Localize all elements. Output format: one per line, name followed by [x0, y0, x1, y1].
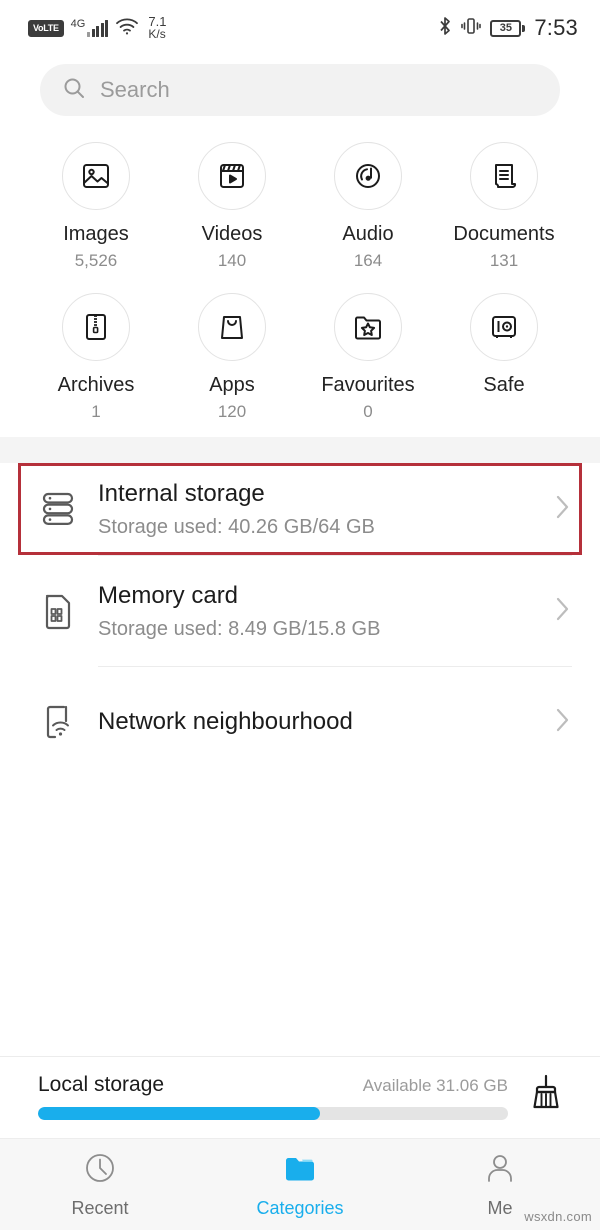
tab-categories[interactable]: Categories — [200, 1139, 400, 1230]
category-label: Apps — [209, 373, 255, 396]
local-storage-available: Available 31.06 GB — [362, 1076, 508, 1095]
status-bar-left: VoLTE 4G 7.1 K/s — [28, 15, 166, 41]
storage-item-subtitle: Storage used: 8.49 GB/15.8 GB — [98, 618, 381, 641]
status-bar: VoLTE 4G 7.1 K/s 35 7:53 — [0, 0, 600, 56]
category-label: Images — [63, 223, 129, 245]
app-bag-icon — [198, 292, 266, 361]
chevron-right-icon — [554, 492, 572, 527]
storage-item-title: Internal storage — [98, 480, 265, 508]
network-speed: 7.1 K/s — [148, 15, 166, 41]
storage-item-subtitle: Storage used: 40.26 GB/64 GB — [98, 516, 375, 539]
local-storage-labels: Local storage Available 31.06 GB — [38, 1073, 508, 1097]
audio-disc-icon — [334, 142, 402, 210]
tab-label: Me — [487, 1197, 513, 1218]
server-stack-icon — [30, 489, 86, 529]
search-icon — [62, 76, 86, 105]
safe-vault-icon — [470, 292, 538, 361]
file-manager-screen: VoLTE 4G 7.1 K/s 35 7:53 Search Images 5… — [0, 0, 600, 1230]
image-icon — [62, 142, 130, 210]
battery-level-label: 35 — [490, 19, 522, 37]
volte-icon: VoLTE — [28, 19, 64, 37]
category-label: Documents — [453, 223, 555, 245]
cellular-signal-icon: 4G — [71, 19, 109, 37]
wifi-icon — [115, 17, 139, 40]
storage-item-network-neighbourhood[interactable]: Network neighbourhood — [0, 667, 600, 777]
category-item-safe[interactable]: Safe — [436, 292, 572, 422]
category-item-archives[interactable]: Archives 1 — [28, 292, 164, 422]
favourite-folder-icon — [334, 292, 402, 361]
category-item-videos[interactable]: Videos 140 — [164, 142, 300, 271]
storage-item-text: Memory card Storage used: 8.49 GB/15.8 G… — [86, 581, 554, 641]
document-icon — [470, 142, 538, 210]
tab-label: Recent — [71, 1197, 129, 1218]
signal-bars — [87, 20, 109, 37]
person-icon — [483, 1151, 517, 1190]
category-label: Archives — [57, 373, 135, 396]
storage-item-memory-card[interactable]: Memory card Storage used: 8.49 GB/15.8 G… — [0, 556, 600, 666]
local-storage-meter: Local storage Available 31.06 GB — [38, 1073, 508, 1120]
category-item-documents[interactable]: Documents 131 — [436, 142, 572, 271]
chevron-right-icon — [554, 705, 572, 740]
video-icon — [198, 142, 266, 210]
storage-list: Internal storage Storage used: 40.26 GB/… — [0, 463, 600, 1056]
memory-card-icon — [30, 590, 86, 632]
category-count: 164 — [353, 251, 383, 270]
storage-item-title: Memory card — [98, 582, 239, 610]
bluetooth-icon — [438, 16, 452, 41]
local-storage-progress-track — [38, 1107, 508, 1120]
category-label: Videos — [201, 223, 263, 245]
battery-icon: 35 — [490, 19, 526, 37]
clock-icon — [83, 1151, 117, 1190]
category-label: Favourites — [321, 373, 415, 396]
section-divider — [0, 437, 600, 464]
category-label: Audio — [342, 223, 394, 245]
local-storage-label: Local storage — [38, 1073, 165, 1096]
category-count: 0 — [363, 401, 373, 421]
storage-item-title: Network neighbourhood — [98, 708, 353, 736]
tab-label: Categories — [256, 1197, 344, 1218]
category-item-favourites[interactable]: Favourites 0 — [300, 292, 436, 422]
chevron-right-icon — [554, 594, 572, 629]
folder-icon — [283, 1151, 317, 1190]
category-count: 120 — [217, 401, 247, 421]
network-phone-icon — [30, 701, 86, 743]
vibrate-icon — [461, 16, 482, 41]
bottom-navigation: Recent Categories Me — [0, 1138, 600, 1230]
category-count: 140 — [217, 251, 247, 270]
category-item-apps[interactable]: Apps 120 — [164, 292, 300, 422]
category-item-images[interactable]: Images 5,526 — [28, 142, 164, 271]
category-count: 5,526 — [74, 251, 118, 270]
storage-item-internal-storage[interactable]: Internal storage Storage used: 40.26 GB/… — [0, 463, 600, 555]
category-count: 1 — [91, 401, 101, 421]
status-bar-right: 35 7:53 — [438, 15, 578, 41]
archive-zip-icon — [62, 292, 130, 361]
tab-recent[interactable]: Recent — [0, 1139, 200, 1230]
network-speed-unit: K/s — [148, 27, 166, 41]
status-bar-clock: 7:53 — [534, 15, 578, 40]
watermark: wsxdn.com — [524, 1209, 592, 1224]
search-input[interactable]: Search — [100, 77, 170, 103]
category-label: Safe — [483, 373, 525, 396]
local-storage-progress-fill — [38, 1107, 320, 1120]
network-type-label: 4G — [70, 18, 86, 30]
storage-item-text: Internal storage Storage used: 40.26 GB/… — [86, 479, 554, 539]
search-bar-container: Search — [0, 56, 600, 116]
storage-item-text: Network neighbourhood — [86, 707, 554, 737]
local-storage-footer: Local storage Available 31.06 GB — [0, 1056, 600, 1138]
search-bar[interactable]: Search — [40, 64, 560, 116]
broom-icon[interactable] — [526, 1073, 572, 1120]
category-grid: Images 5,526 Videos 140 Audio 164 Docume… — [0, 116, 600, 437]
category-item-audio[interactable]: Audio 164 — [300, 142, 436, 271]
category-count: 131 — [489, 251, 519, 270]
